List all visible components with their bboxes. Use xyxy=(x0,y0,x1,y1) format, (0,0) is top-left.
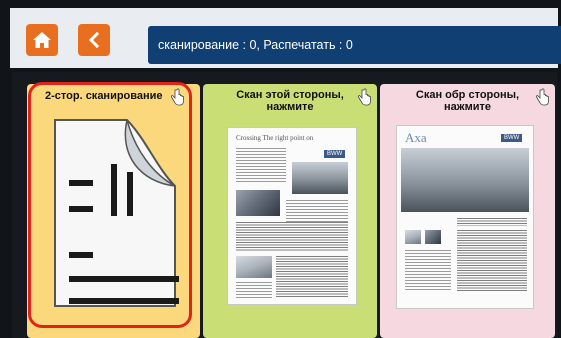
scan-print-counter: сканирование : 0, Распечатать : 0 xyxy=(148,26,561,64)
text-block xyxy=(236,148,286,184)
scan-screen: сканирование : 0, Распечатать : 0 2-стор… xyxy=(0,0,561,338)
duplex-document-icon xyxy=(54,119,179,307)
text-block xyxy=(405,250,451,292)
home-button[interactable] xyxy=(26,24,58,56)
text-block xyxy=(286,200,348,222)
pointer-hand-icon xyxy=(357,88,371,106)
text-block xyxy=(236,222,348,252)
text-block xyxy=(236,282,272,298)
photo xyxy=(236,256,272,278)
photo xyxy=(405,230,421,244)
back-side-preview-image: Axa BWW xyxy=(397,126,533,308)
home-icon xyxy=(33,32,51,48)
photo xyxy=(236,190,280,216)
preview-brand: BWW xyxy=(324,150,346,158)
text-block xyxy=(276,256,348,298)
car-photo xyxy=(401,148,529,212)
preview-headline: Crossing The right point on xyxy=(236,134,314,142)
text-block xyxy=(457,230,527,292)
photo xyxy=(425,230,441,244)
text-block xyxy=(457,218,527,226)
back-arrow-icon xyxy=(88,32,100,48)
scan-front-side-card[interactable]: Скан этой стороны, нажмите Crossing The … xyxy=(203,84,377,338)
car-photo xyxy=(292,162,348,194)
duplex-scan-card[interactable]: 2-стор. сканирование xyxy=(27,84,200,338)
front-side-preview-image: Crossing The right point on BWW xyxy=(228,128,356,304)
card-title: 2-стор. сканирование xyxy=(45,90,163,102)
top-toolbar: сканирование : 0, Распечатать : 0 xyxy=(10,8,561,68)
card-title: Скан обр стороны, нажмите xyxy=(415,89,520,113)
preview-brand: BWW xyxy=(501,134,523,142)
pointer-hand-icon xyxy=(170,88,184,106)
back-button[interactable] xyxy=(78,24,110,56)
pointer-hand-icon xyxy=(535,88,549,106)
scan-back-side-card[interactable]: Скан обр стороны, нажмите Axa BWW xyxy=(380,84,555,338)
card-title: Скан этой стороны, нажмите xyxy=(236,89,344,113)
preview-brand-large: Axa xyxy=(405,130,427,145)
scan-options-panel: 2-стор. сканирование Скан этой стороны, … xyxy=(12,72,557,338)
